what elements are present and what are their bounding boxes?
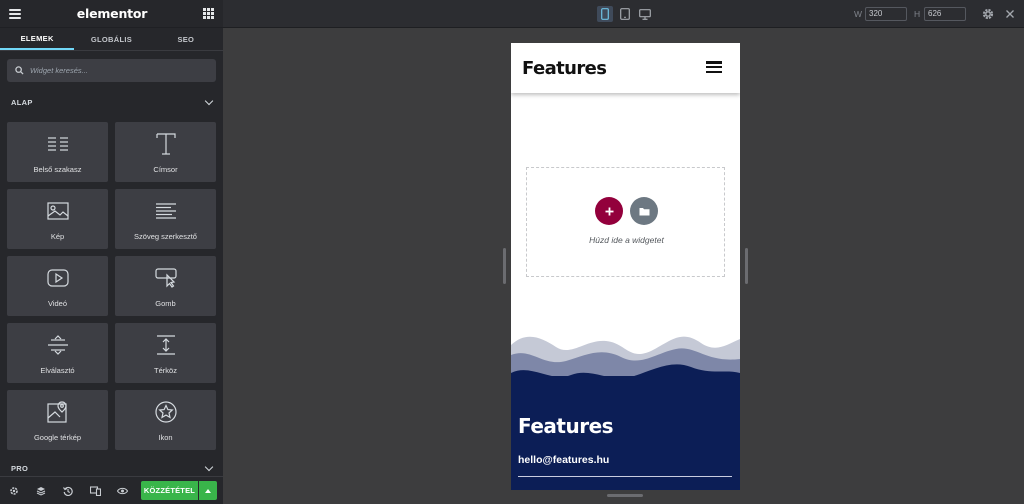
tablet-icon	[620, 8, 630, 20]
widget-divider[interactable]: Elválasztó	[7, 323, 108, 383]
map-icon	[46, 400, 70, 424]
device-tablet-button[interactable]	[617, 6, 633, 22]
widget-google-map[interactable]: Google térkép	[7, 390, 108, 450]
button-icon	[154, 266, 178, 290]
widget-label: Gomb	[155, 299, 176, 308]
apps-grid-icon[interactable]	[202, 8, 214, 19]
drop-zone-hint: Húzd ide a widgetet	[589, 235, 664, 245]
chevron-down-icon	[204, 96, 214, 105]
widget-search-input[interactable]: Widget keresés...	[7, 59, 216, 82]
widget-inner-section[interactable]: Belső szakasz	[7, 122, 108, 182]
site-logo[interactable]: Features	[522, 58, 607, 79]
device-mobile-button[interactable]	[597, 6, 613, 22]
widget-panel: elementor ELEMEK GLOBÁLIS SEO Widget ker…	[0, 0, 223, 504]
section-basic-header[interactable]: ALAP	[0, 91, 223, 113]
widget-image[interactable]: Kép	[7, 189, 108, 249]
footer-email[interactable]: hello@features.hu	[518, 454, 609, 466]
gear-icon[interactable]	[981, 7, 995, 21]
navigator-icon[interactable]	[33, 483, 49, 499]
settings-icon[interactable]	[6, 483, 22, 499]
search-icon	[15, 66, 24, 75]
widget-label: Google térkép	[33, 433, 82, 442]
widget-grid: Belső szakasz Címsor Kép Szöveg szerkesz…	[7, 122, 216, 450]
folder-icon	[639, 207, 649, 215]
widget-label: Szöveg szerkesztő	[134, 232, 197, 241]
caret-up-icon	[205, 488, 211, 493]
resize-handle-bottom[interactable]	[607, 494, 643, 497]
responsive-icon[interactable]	[87, 483, 103, 499]
panel-title: elementor	[76, 6, 148, 21]
widget-spacer[interactable]: Térköz	[115, 323, 216, 383]
tab-elements[interactable]: ELEMEK	[0, 28, 75, 50]
hamburger-icon[interactable]	[706, 61, 722, 73]
publish-button[interactable]: KÖZZÉTÉTEL	[141, 481, 198, 500]
history-icon[interactable]	[60, 483, 76, 499]
search-placeholder: Widget keresés...	[30, 66, 88, 75]
widget-drop-zone[interactable]: Húzd ide a widgetet	[526, 167, 725, 277]
widget-label: Elválasztó	[40, 366, 75, 375]
responsive-topbar: W 320 H 626	[223, 0, 1024, 28]
panel-footer: KÖZZÉTÉTEL	[0, 476, 223, 504]
video-icon	[46, 266, 70, 290]
mobile-icon	[601, 8, 609, 20]
widget-label: Belső szakasz	[33, 165, 82, 174]
width-label: W	[854, 9, 863, 19]
star-icon	[154, 400, 178, 424]
publish-options-button[interactable]	[199, 481, 217, 500]
section-basic-label: ALAP	[11, 97, 33, 107]
widget-label: Videó	[47, 299, 68, 308]
panel-tabs: ELEMEK GLOBÁLIS SEO	[0, 28, 223, 51]
widget-label: Címsor	[153, 165, 178, 174]
panel-header: elementor	[0, 0, 223, 28]
height-input[interactable]: 626	[924, 7, 966, 21]
width-input[interactable]: 320	[865, 7, 907, 21]
heading-icon	[154, 132, 178, 156]
mobile-preview: Features Húzd ide a widgetet Features he…	[511, 43, 740, 490]
widget-video[interactable]: Videó	[7, 256, 108, 316]
widget-text-editor[interactable]: Szöveg szerkesztő	[115, 189, 216, 249]
footer-title: Features	[518, 414, 614, 438]
desktop-icon	[639, 8, 651, 20]
chevron-down-icon	[204, 462, 214, 471]
tab-seo[interactable]: SEO	[149, 28, 223, 50]
elementor-editor: elementor ELEMEK GLOBÁLIS SEO Widget ker…	[0, 0, 1024, 504]
widget-heading[interactable]: Címsor	[115, 122, 216, 182]
inner-section-icon	[46, 132, 70, 156]
widget-icon[interactable]: Ikon	[115, 390, 216, 450]
widget-label: Ikon	[158, 433, 173, 442]
preview-eye-icon[interactable]	[114, 483, 130, 499]
footer-divider	[518, 476, 732, 477]
site-header[interactable]: Features	[511, 43, 740, 93]
height-label: H	[914, 9, 921, 19]
resize-handle-right[interactable]	[745, 248, 748, 284]
menu-icon[interactable]	[9, 8, 21, 19]
plus-icon	[605, 207, 613, 215]
device-desktop-button[interactable]	[637, 6, 653, 22]
spacer-icon	[154, 333, 178, 357]
add-section-button[interactable]	[595, 197, 623, 225]
widget-button[interactable]: Gomb	[115, 256, 216, 316]
image-icon	[46, 199, 70, 223]
widget-label: Kép	[50, 232, 65, 241]
tab-global[interactable]: GLOBÁLIS	[74, 28, 148, 50]
widget-label: Térköz	[154, 366, 177, 375]
close-icon[interactable]	[1003, 7, 1017, 21]
resize-handle-left[interactable]	[503, 248, 506, 284]
add-template-button[interactable]	[630, 197, 658, 225]
divider-icon	[46, 333, 70, 357]
text-editor-icon	[154, 199, 178, 223]
section-pro-label: PRO	[11, 463, 29, 473]
footer-section: Features hello@features.hu	[511, 376, 740, 490]
